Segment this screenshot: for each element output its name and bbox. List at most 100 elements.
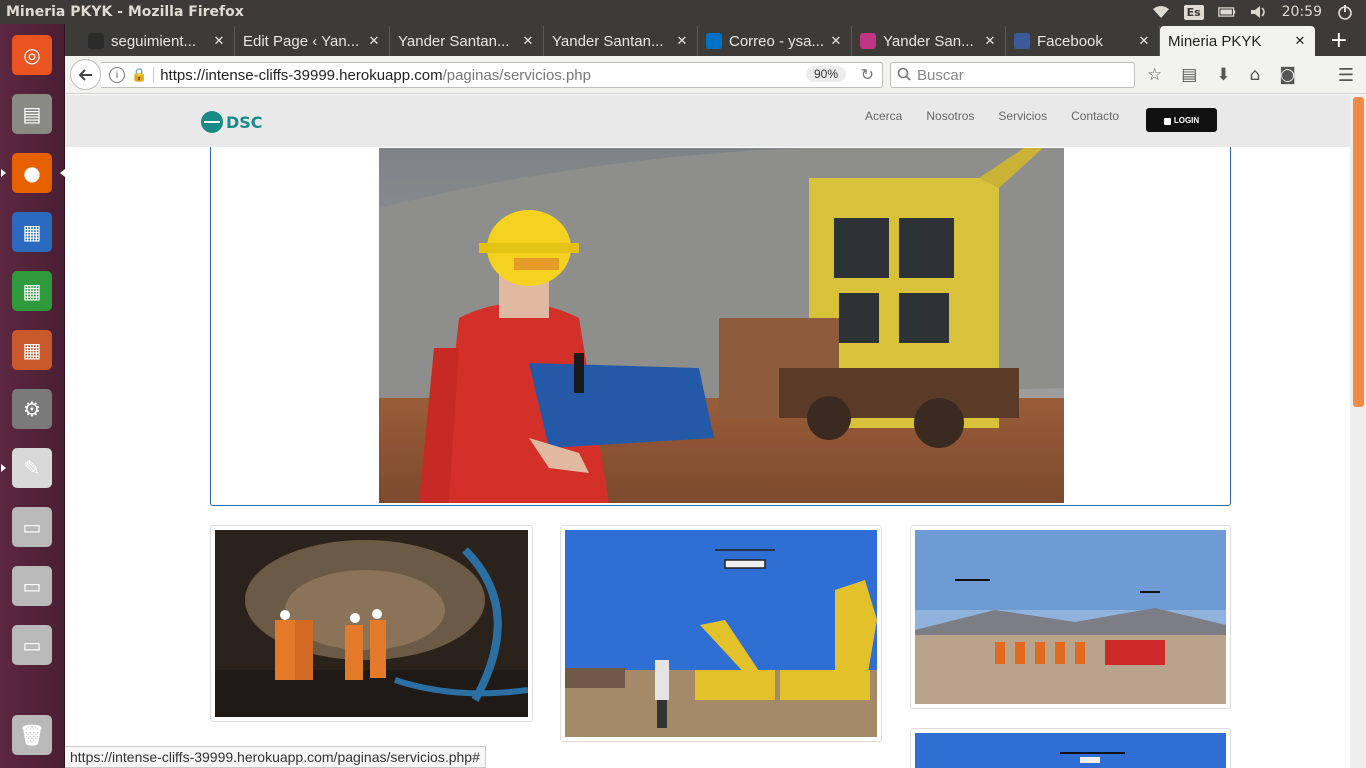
drive-icon-2[interactable]: ▭ xyxy=(7,561,57,611)
window-title: Mineria PKYK - Mozilla Firefox xyxy=(6,4,244,20)
tab-7[interactable]: Facebook ✕ xyxy=(1006,26,1160,56)
power-icon[interactable] xyxy=(1336,5,1354,20)
drive-icon-1-glyph: ▭ xyxy=(12,507,52,547)
logo-text: DSC xyxy=(226,112,263,132)
tab-4[interactable]: Yander Santan... ✕ xyxy=(544,26,698,56)
site-header: DSC Acerca Nosotros Servicios Contacto L… xyxy=(65,95,1350,147)
calc-icon-glyph: ▦ xyxy=(12,271,52,311)
secure-lock-icon[interactable]: 🔒 xyxy=(131,67,147,83)
site-nav-links: Acerca Nosotros Servicios Contacto xyxy=(853,109,1131,123)
toolbar-icons: ☆ ▤ ⬇ ⌂ ◙ xyxy=(1147,65,1296,85)
firefox-icon-glyph: ● xyxy=(12,153,52,193)
volume-icon[interactable] xyxy=(1250,5,1268,19)
os-top-panel: Mineria PKYK - Mozilla Firefox Es 20:59 xyxy=(0,0,1366,24)
hamburger-menu-icon[interactable]: ☰ xyxy=(1338,65,1354,86)
file-manager-icon-glyph: ▤ xyxy=(12,94,52,134)
tab-close-icon[interactable]: ✕ xyxy=(981,34,999,49)
zoom-indicator[interactable]: 90% xyxy=(805,66,846,82)
tab-favicon-icon xyxy=(706,33,722,49)
home-icon[interactable]: ⌂ xyxy=(1250,65,1261,85)
tab-6[interactable]: Yander San... ✕ xyxy=(852,26,1006,56)
drive-icon-1[interactable]: ▭ xyxy=(7,502,57,552)
thumbnail-drone-sky[interactable] xyxy=(910,728,1231,768)
back-arrow-icon xyxy=(78,68,92,81)
writer-icon-glyph: ▦ xyxy=(12,212,52,252)
battery-icon[interactable] xyxy=(1217,5,1236,19)
drive-icon-3-glyph: ▭ xyxy=(12,625,52,665)
site-logo[interactable]: DSC xyxy=(201,111,263,133)
tab-label: Facebook xyxy=(1037,32,1103,50)
tab-label: Yander Santan... xyxy=(398,32,510,50)
impress-icon[interactable]: ▦ xyxy=(7,325,57,375)
nav-link-nosotros[interactable]: Nosotros xyxy=(914,109,986,123)
system-settings-icon[interactable]: ⚙ xyxy=(7,384,57,434)
wifi-icon[interactable] xyxy=(1152,5,1170,19)
reload-icon[interactable]: ↻ xyxy=(861,65,874,85)
tab-label: Yander Santan... xyxy=(552,32,664,50)
ubuntu-dash-icon[interactable]: ◎ xyxy=(7,30,57,80)
document-viewer-icon[interactable]: ✎ xyxy=(1,443,57,493)
tab-close-icon[interactable]: ✕ xyxy=(210,34,228,49)
firefox-icon[interactable]: ● xyxy=(1,148,65,198)
tab-label: Mineria PKYK xyxy=(1168,32,1262,50)
ubuntu-launcher: ◎ ▤ ● ▦ ▦ ▦ ⚙ ✎ ▭ ▭ ▭ 🗑 xyxy=(0,24,65,768)
trash-icon[interactable]: 🗑 xyxy=(7,710,57,760)
drive-icon-2-glyph: ▭ xyxy=(12,566,52,606)
bookmark-star-icon[interactable]: ☆ xyxy=(1147,65,1162,85)
tab-1[interactable]: seguimient... ✕ xyxy=(80,26,235,56)
drone-team-image xyxy=(915,530,1226,704)
tab-8[interactable]: Mineria PKYK ✕ xyxy=(1160,26,1315,56)
web-content: DSC Acerca Nosotros Servicios Contacto L… xyxy=(65,95,1350,768)
login-button[interactable]: LOGIN xyxy=(1146,108,1217,132)
tab-close-icon[interactable]: ✕ xyxy=(519,34,537,49)
search-icon xyxy=(897,67,911,84)
tab-close-icon[interactable]: ✕ xyxy=(827,34,845,49)
tab-label: seguimient... xyxy=(111,32,197,50)
url-path: /paginas/servicios.php xyxy=(442,66,591,84)
tab-close-icon[interactable]: ✕ xyxy=(673,34,691,49)
document-viewer-icon-glyph: ✎ xyxy=(12,448,52,488)
pocket-icon[interactable]: ◙ xyxy=(1279,65,1296,85)
url-bar[interactable]: i 🔒 https://intense-cliffs-39999.herokua… xyxy=(101,62,883,88)
trash-icon-glyph: 🗑 xyxy=(12,715,52,755)
search-placeholder: Buscar xyxy=(917,66,964,84)
url-host: https://intense-cliffs-39999.herokuapp.c… xyxy=(160,66,443,84)
tab-close-icon[interactable]: ✕ xyxy=(365,34,383,49)
tab-label: Edit Page ‹ Yan... xyxy=(243,32,360,50)
tab-2[interactable]: Edit Page ‹ Yan... ✕ xyxy=(235,26,390,56)
tab-favicon-icon xyxy=(88,33,104,49)
tab-label: Yander San... xyxy=(883,32,974,50)
ubuntu-dash-icon-glyph: ◎ xyxy=(12,35,52,75)
back-button[interactable] xyxy=(70,59,101,90)
tab-close-icon[interactable]: ✕ xyxy=(1291,34,1309,49)
downloads-icon[interactable]: ⬇ xyxy=(1216,65,1230,85)
logo-mark-icon xyxy=(201,111,223,133)
thumbnail-drone-team[interactable] xyxy=(910,525,1231,709)
file-manager-icon[interactable]: ▤ xyxy=(7,89,57,139)
tab-5[interactable]: Correo - ysa... ✕ xyxy=(698,26,852,56)
new-tab-button[interactable]: + xyxy=(1330,28,1348,53)
tab-3[interactable]: Yander Santan... ✕ xyxy=(390,26,544,56)
tab-strip: + seguimient... ✕ Edit Page ‹ Yan... ✕ Yande… xyxy=(65,24,1366,56)
writer-icon[interactable]: ▦ xyxy=(7,207,57,257)
calc-icon[interactable]: ▦ xyxy=(7,266,57,316)
search-bar[interactable]: Buscar xyxy=(890,62,1135,88)
nav-link-servicios[interactable]: Servicios xyxy=(986,109,1059,123)
status-bar-url: https://intense-cliffs-39999.herokuapp.c… xyxy=(65,746,486,768)
tab-close-icon[interactable]: ✕ xyxy=(1135,34,1153,49)
reading-list-icon[interactable]: ▤ xyxy=(1181,65,1197,85)
keyboard-layout-indicator[interactable]: Es xyxy=(1183,4,1204,20)
navigation-toolbar: i 🔒 https://intense-cliffs-39999.herokua… xyxy=(65,56,1366,94)
nav-link-contacto[interactable]: Contacto xyxy=(1059,109,1131,123)
thumbnail-underground-mine[interactable] xyxy=(210,525,533,722)
hero-panel xyxy=(210,135,1231,506)
thumbnail-drone-excavators[interactable] xyxy=(560,525,882,742)
tab-favicon-icon xyxy=(860,33,876,49)
clock[interactable]: 20:59 xyxy=(1282,4,1322,20)
scrollbar-thumb[interactable] xyxy=(1353,97,1364,407)
site-info-icon[interactable]: i xyxy=(109,67,125,83)
drive-icon-3[interactable]: ▭ xyxy=(7,620,57,670)
drone-sky-image xyxy=(915,733,1226,768)
nav-link-acerca[interactable]: Acerca xyxy=(853,109,914,123)
page-scrollbar[interactable] xyxy=(1350,95,1366,768)
